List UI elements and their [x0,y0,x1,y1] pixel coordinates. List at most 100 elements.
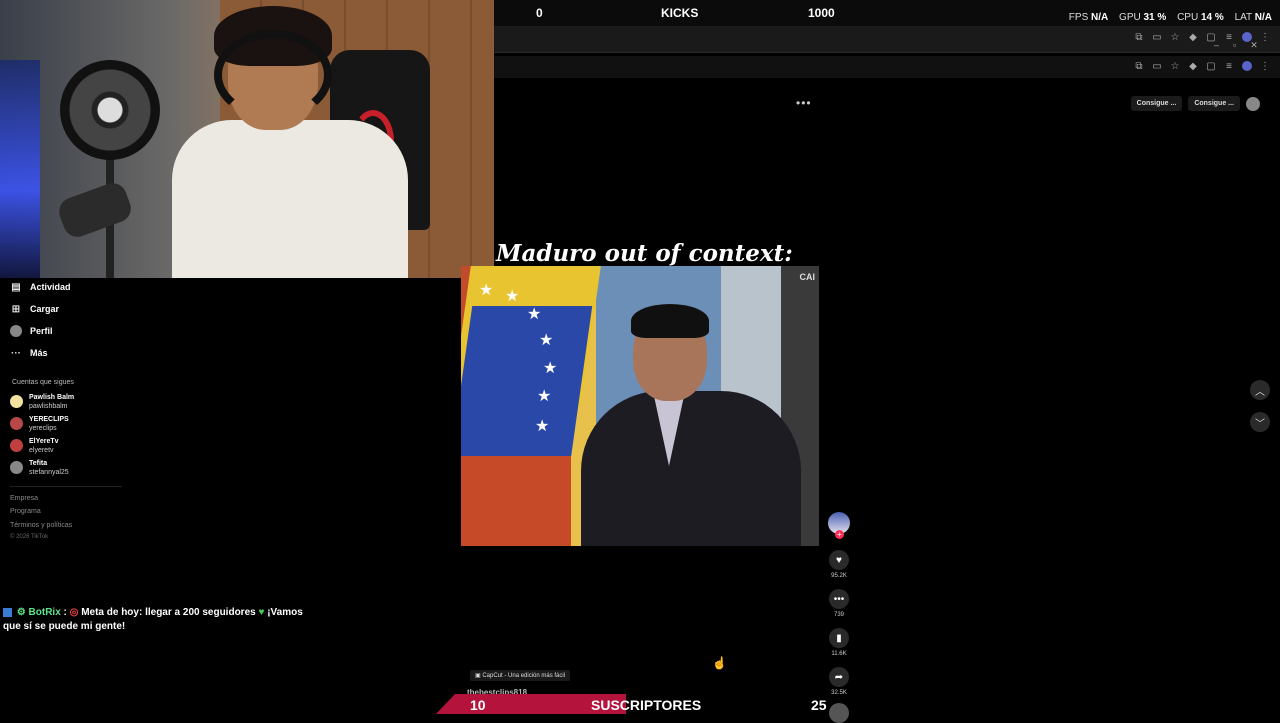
target-icon: ◎ [69,607,79,618]
share-count: 32.5K [831,690,847,696]
more-icon: ··· [11,347,21,359]
flag-star-icon: ★ [505,288,520,305]
maximize-icon[interactable]: ▫ [1233,40,1236,51]
account-username: pawlishbalm [29,403,68,410]
account-name: ElYereTv [29,438,59,445]
gpu-label: GPU [1119,12,1141,23]
following-item[interactable]: YERECLIPS yereclips [10,415,69,433]
like-button[interactable]: ♥ 95.2K [828,550,850,579]
translate-icon[interactable]: ⧉ [1134,61,1144,72]
puzzle-icon[interactable]: ▢ [1206,61,1216,72]
verified-icon: ⚙ [16,607,26,618]
get-coins-button[interactable]: Consigue ... [1130,96,1183,111]
performance-stats: FPS N/A GPU 31 % CPU 14 % LAT N/A [1069,12,1272,23]
cast-icon[interactable]: ▭ [1152,61,1162,72]
browser-toolbar-secondary: ⧉ ▭ ☆ ◆ ▢ ≡ ⋮ [494,56,1280,78]
browser-toolbar2-icons: ⧉ ▭ ☆ ◆ ▢ ≡ ⋮ [1134,61,1270,72]
nav-label: Cargar [30,304,60,314]
flag-blue-stripe [461,306,593,466]
webcam-microphone [55,179,135,241]
speaker-suit [581,391,801,546]
webcam-headset [214,30,332,120]
fps-value: N/A [1091,12,1109,23]
nav-label: Perfil [30,326,53,336]
footer-link[interactable]: Empresa [10,495,38,502]
kicks-current: 0 [536,6,543,20]
flag-star-icon: ★ [535,418,550,435]
extension-icon[interactable]: ◆ [1188,61,1198,72]
account-username: stefannyal25 [29,469,69,476]
sidebar-divider [10,486,122,487]
bot-badge-icon [3,607,12,617]
hand-cursor-icon: ☝ [712,656,727,670]
translate-icon[interactable]: ⧉ [1134,32,1144,43]
browser-toolbar: ⧉ ▭ ☆ ◆ ▢ ≡ ⋮ [494,26,1280,53]
extension-icon[interactable]: ◆ [1188,32,1198,43]
bookmark-star-icon[interactable]: ☆ [1170,61,1180,72]
gpu-value: 31 % [1143,12,1167,23]
profile-avatar-icon[interactable] [1242,61,1252,71]
user-avatar[interactable] [1246,96,1260,111]
save-count: 11.6K [831,651,847,657]
creator-avatar: + [828,512,850,539]
webcam-fan [60,60,160,160]
footer-link[interactable]: Programa [10,508,41,515]
following-item[interactable]: ElYereTv elyeretv [10,437,59,455]
nav-perfil[interactable]: Perfil [10,325,53,337]
chat-separator: : [63,607,67,618]
nav-mas[interactable]: ··· Más [10,347,48,359]
following-item[interactable]: Tefita stefannyal25 [10,459,69,477]
nav-label: Más [30,348,48,358]
nav-label: Actividad [30,282,71,292]
video-title-caption: Maduro out of context: [496,240,793,267]
footer-link[interactable]: Términos y políticas [10,522,72,529]
following-item[interactable]: Pawlish Balm pawlishbalm [10,393,74,411]
account-avatar [10,417,23,430]
flag-star-icon: ★ [479,282,494,299]
flag-star-icon: ★ [527,306,542,323]
flag-star-icon: ★ [543,360,558,377]
more-options-icon[interactable]: ••• [796,96,812,110]
media-icon[interactable]: ≡ [1224,61,1234,72]
account-username: elyeretv [29,447,54,454]
account-name: Tefita [29,460,48,467]
flag-star-icon: ★ [537,388,552,405]
chevron-down-icon: ﹀ [1255,418,1265,430]
account-avatar [10,461,23,474]
profile-icon [10,325,22,337]
capcut-label: CapCut - Una edición más fácil [482,673,566,679]
upload-icon: ⊞ [11,303,21,315]
menu-kebab-icon[interactable]: ⋮ [1260,32,1270,43]
minimize-icon[interactable]: – [1214,40,1219,51]
chat-text: Meta de hoy: llegar a 200 seguidores [81,607,256,618]
previous-video-button[interactable]: ︿ [1250,380,1270,400]
flag-star-icon: ★ [539,332,554,349]
stream-chat-message: ⚙ BotRix : ◎ Meta de hoy: llegar a 200 s… [3,606,303,634]
follow-plus-icon[interactable]: + [835,530,844,539]
music-disc-icon [829,703,849,723]
music-disc-button[interactable] [828,703,850,723]
cast-icon[interactable]: ▭ [1152,32,1162,43]
get-app-button[interactable]: Consigue ... [1188,96,1240,111]
speaker-hair [631,304,709,338]
comment-button[interactable]: ••• 739 [828,589,850,618]
menu-kebab-icon[interactable]: ⋮ [1260,61,1270,72]
share-button[interactable]: ➦ 32.5K [828,667,850,696]
cpu-label: CPU [1177,12,1199,23]
video-player[interactable]: ★ ★ ★ ★ ★ ★ ★ CAI [461,266,819,546]
next-video-button[interactable]: ﹀ [1250,412,1270,432]
capcut-tag[interactable]: ▣ CapCut - Una edición más fácil [470,670,571,681]
save-button[interactable]: ▮ 11.6K [828,628,850,657]
close-icon[interactable]: ✕ [1250,40,1258,51]
bookmark-icon: ▮ [829,628,849,648]
flag-red-stripe [461,456,571,546]
subs-label: SUSCRIPTORES [591,697,702,713]
account-name: Pawlish Balm [29,394,75,401]
nav-actividad[interactable]: ▤ Actividad [10,281,71,293]
heart-icon: ♥ [829,550,849,570]
creator-avatar-button[interactable]: + [828,512,850,539]
account-avatar [10,395,23,408]
nav-cargar[interactable]: ⊞ Cargar [10,303,59,315]
account-username: yereclips [29,425,57,432]
bookmark-star-icon[interactable]: ☆ [1170,32,1180,43]
